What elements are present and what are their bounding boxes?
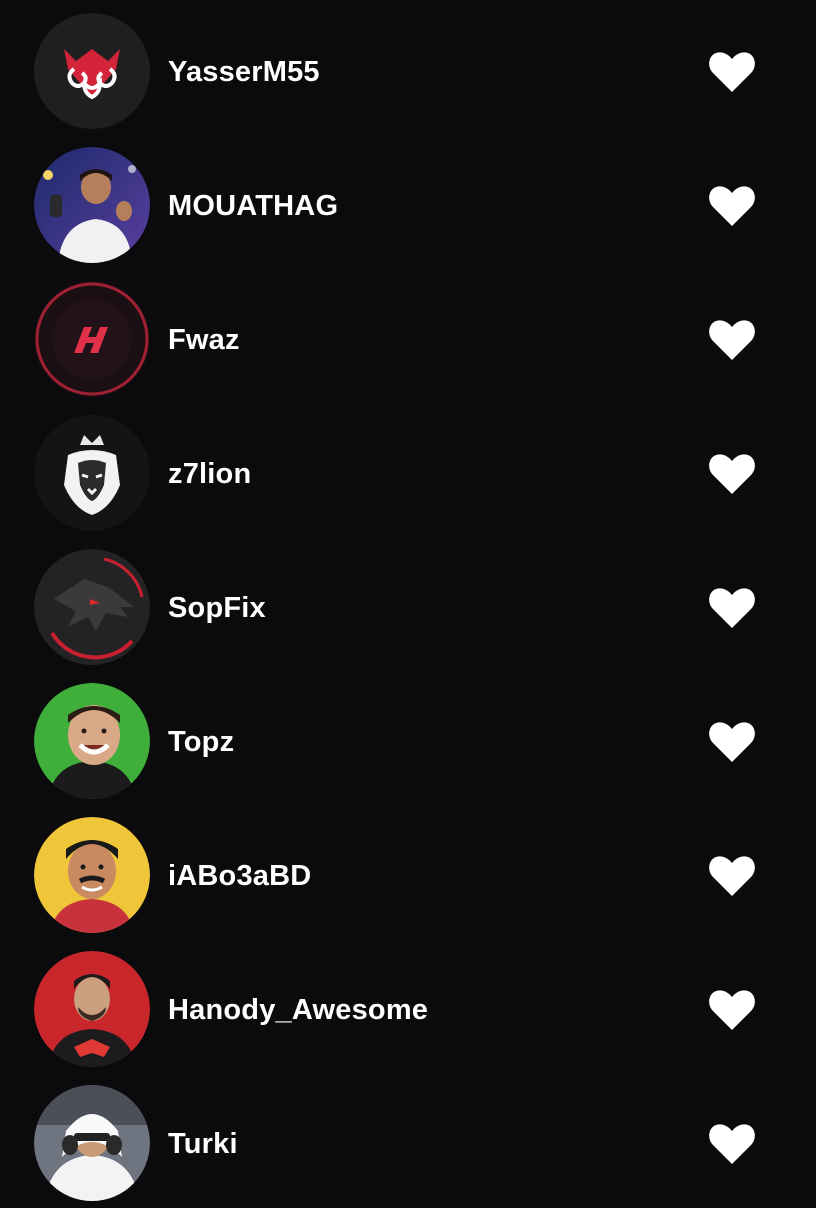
list-item[interactable]: Turki — [0, 1074, 816, 1208]
avatar[interactable] — [34, 817, 150, 933]
list-item[interactable]: Topz — [0, 672, 816, 806]
username[interactable]: MOUATHAG — [168, 186, 338, 226]
heart-icon[interactable] — [708, 854, 756, 898]
avatar[interactable] — [34, 1085, 150, 1201]
username[interactable]: Hanody_Awesome — [168, 990, 428, 1030]
avatar[interactable] — [34, 549, 150, 665]
list-item[interactable]: Hanody_Awesome — [0, 940, 816, 1074]
list-item[interactable]: MOUATHAG — [0, 136, 816, 270]
red-mask-logo-icon — [34, 13, 150, 129]
cartoon-person-icon — [34, 817, 150, 933]
cartoon-person-icon — [34, 951, 150, 1067]
avatar[interactable] — [34, 13, 150, 129]
person-photo-icon — [34, 683, 150, 799]
list-item[interactable]: SopFix — [0, 538, 816, 672]
heart-icon[interactable] — [708, 452, 756, 496]
username[interactable]: iABo3aBD — [168, 856, 311, 896]
dragon-logo-icon — [34, 549, 150, 665]
avatar[interactable] — [34, 415, 150, 531]
list-item[interactable]: Fwaz — [0, 270, 816, 404]
list-item[interactable]: iABo3aBD — [0, 806, 816, 940]
followers-list: YasserM55 MOUATHAG Fwaz z7lion SopFix To… — [0, 0, 816, 1201]
person-photo-icon — [34, 147, 150, 263]
username[interactable]: YasserM55 — [168, 52, 320, 92]
heart-icon[interactable] — [708, 720, 756, 764]
username[interactable]: SopFix — [168, 588, 266, 628]
heart-icon[interactable] — [708, 318, 756, 362]
heart-icon[interactable] — [708, 988, 756, 1032]
avatar[interactable] — [34, 281, 150, 397]
heart-icon[interactable] — [708, 1122, 756, 1166]
heart-icon[interactable] — [708, 586, 756, 630]
avatar[interactable] — [34, 951, 150, 1067]
list-item[interactable]: YasserM55 — [0, 2, 816, 136]
username[interactable]: Fwaz — [168, 320, 240, 360]
username[interactable]: Topz — [168, 722, 234, 762]
red-h-logo-icon — [34, 281, 150, 397]
heart-icon[interactable] — [708, 50, 756, 94]
heart-icon[interactable] — [708, 184, 756, 228]
username[interactable]: Turki — [168, 1124, 238, 1164]
lion-crown-logo-icon — [34, 415, 150, 531]
avatar[interactable] — [34, 147, 150, 263]
avatar[interactable] — [34, 683, 150, 799]
list-item[interactable]: z7lion — [0, 404, 816, 538]
person-photo-icon — [34, 1085, 150, 1201]
username[interactable]: z7lion — [168, 454, 251, 494]
